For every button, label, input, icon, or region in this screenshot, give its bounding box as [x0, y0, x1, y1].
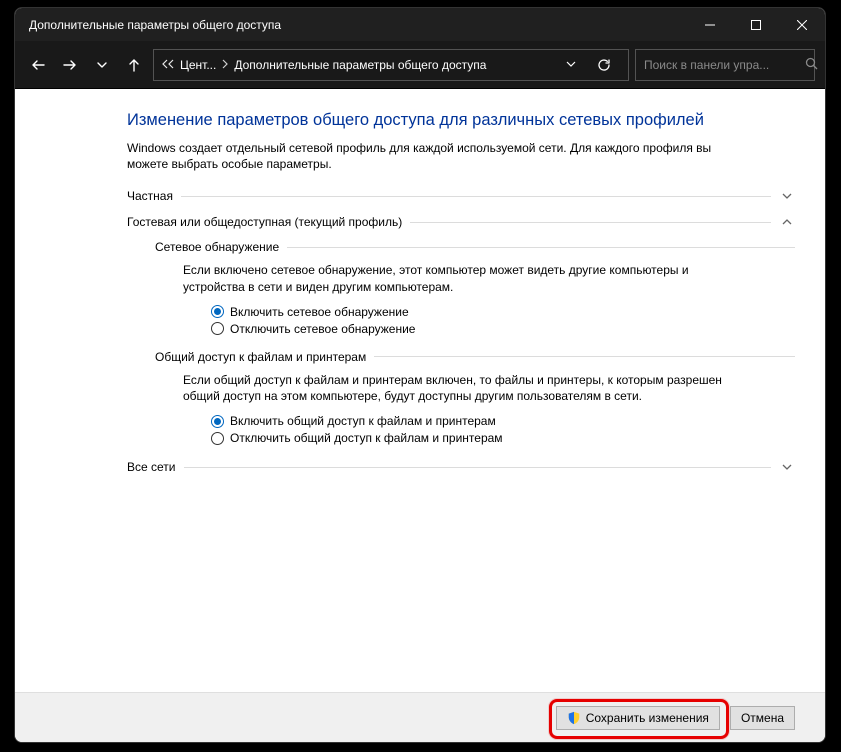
section-label: Гостевая или общедоступная (текущий проф…: [127, 215, 402, 229]
save-button-label: Сохранить изменения: [586, 711, 709, 725]
subsection-description: Если общий доступ к файлам и принтерам в…: [183, 372, 723, 404]
subsection-network-discovery: Сетевое обнаружение Если включено сетево…: [155, 240, 795, 335]
page-title: Изменение параметров общего доступа для …: [127, 111, 795, 130]
subsection-description: Если включено сетевое обнаружение, этот …: [183, 262, 723, 294]
radio-label: Включить общий доступ к файлам и принтер…: [230, 414, 496, 428]
titlebar: Дополнительные параметры общего доступа: [15, 8, 825, 41]
refresh-button[interactable]: [588, 58, 620, 72]
radio-fileshare-on[interactable]: Включить общий доступ к файлам и принтер…: [211, 414, 795, 428]
section-private-header[interactable]: Частная: [127, 188, 795, 204]
close-button[interactable]: [779, 8, 825, 41]
window-title: Дополнительные параметры общего доступа: [29, 18, 687, 32]
chevron-up-icon: [779, 214, 795, 230]
subsection-label: Общий доступ к файлам и принтерам: [155, 350, 366, 364]
cancel-button[interactable]: Отмена: [730, 706, 795, 730]
save-button[interactable]: Сохранить изменения: [556, 706, 720, 730]
footer: Сохранить изменения Отмена: [15, 692, 825, 742]
radio-discovery-off[interactable]: Отключить сетевое обнаружение: [211, 322, 795, 336]
search-box[interactable]: [635, 49, 815, 81]
chevron-left-double-icon: [162, 58, 174, 72]
shield-icon: [567, 711, 581, 725]
breadcrumb-item[interactable]: Дополнительные параметры общего доступа: [234, 58, 486, 72]
section-label: Все сети: [127, 460, 176, 474]
chevron-right-icon: [222, 58, 228, 72]
section-guest-header[interactable]: Гостевая или общедоступная (текущий проф…: [127, 214, 795, 230]
breadcrumb-item[interactable]: Цент...: [180, 58, 216, 72]
up-button[interactable]: [121, 50, 147, 80]
search-input[interactable]: [644, 58, 799, 72]
radio-label: Отключить сетевое обнаружение: [230, 322, 415, 336]
window: Дополнительные параметры общего доступа: [14, 7, 826, 743]
radio-label: Отключить общий доступ к файлам и принте…: [230, 431, 503, 445]
maximize-button[interactable]: [733, 8, 779, 41]
subsection-file-sharing: Общий доступ к файлам и принтерам Если о…: [155, 350, 795, 445]
minimize-button[interactable]: [687, 8, 733, 41]
subsection-label: Сетевое обнаружение: [155, 240, 279, 254]
cancel-button-label: Отмена: [741, 711, 784, 725]
page-description: Windows создает отдельный сетевой профил…: [127, 140, 737, 172]
back-button[interactable]: [25, 50, 51, 80]
radio-fileshare-off[interactable]: Отключить общий доступ к файлам и принте…: [211, 431, 795, 445]
forward-button[interactable]: [57, 50, 83, 80]
radio-icon: [211, 305, 224, 318]
nav-toolbar: Цент... Дополнительные параметры общего …: [15, 41, 825, 89]
section-label: Частная: [127, 189, 173, 203]
radio-icon: [211, 432, 224, 445]
breadcrumb[interactable]: Цент... Дополнительные параметры общего …: [153, 49, 629, 81]
recent-locations-button[interactable]: [89, 50, 115, 80]
radio-discovery-on[interactable]: Включить сетевое обнаружение: [211, 305, 795, 319]
chevron-down-icon: [779, 188, 795, 204]
content-pane: Изменение параметров общего доступа для …: [15, 89, 825, 692]
search-icon: [805, 57, 818, 73]
chevron-down-icon: [779, 459, 795, 475]
radio-label: Включить сетевое обнаружение: [230, 305, 409, 319]
section-all-networks-header[interactable]: Все сети: [127, 459, 795, 475]
radio-icon: [211, 415, 224, 428]
chevron-down-icon[interactable]: [566, 58, 576, 72]
radio-icon: [211, 322, 224, 335]
